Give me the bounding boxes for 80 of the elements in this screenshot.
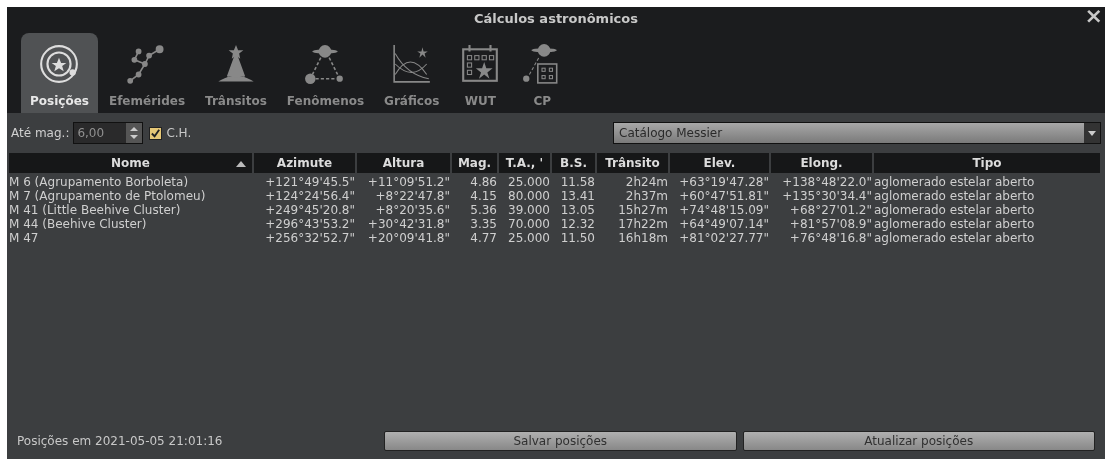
table-cell: +81°02'27.77" [679, 231, 769, 245]
spin-arrows-icon[interactable] [126, 123, 143, 143]
table-cell: M 41 (Little Beehive Cluster) [9, 203, 181, 217]
table-cell: 11.58 [560, 175, 595, 189]
status-text: Posições em 2021-05-05 21:01:16 [17, 433, 224, 450]
table-cell: +135°30'34.4" [782, 189, 872, 203]
tab[interactable]: CP [512, 33, 573, 113]
checkbox-label: C.H. [166, 125, 192, 142]
table-cell: +121°49'45.5" [265, 175, 355, 189]
window-title: Cálculos astronômicos [474, 9, 638, 28]
table-cell: +76°48'16.8" [789, 231, 872, 245]
table-cell: aglomerado estelar aberto [874, 175, 1035, 189]
table-cell: +296°43'53.2" [265, 217, 355, 231]
table-cell: 39.000 [508, 203, 550, 217]
table-cell: aglomerado estelar aberto [874, 231, 1035, 245]
table-cell: +63°19'47.28" [679, 175, 769, 189]
column-header[interactable]: Mag. [452, 153, 497, 173]
table-cell: +124°24'56.4" [265, 189, 355, 203]
graph-icon [390, 43, 433, 85]
tab[interactable]: Trânsitos [196, 33, 276, 113]
table-cell: 16h18m [618, 231, 668, 245]
table-cell: +138°48'22.0" [782, 175, 872, 189]
table-cell: 17h22m [618, 217, 668, 231]
table-cell: aglomerado estelar aberto [874, 217, 1035, 231]
table-cell: +30°42'31.8" [367, 217, 450, 231]
column-header[interactable]: Elev. [670, 153, 769, 173]
action-button[interactable]: Salvar posições [384, 431, 737, 451]
table-cell: aglomerado estelar aberto [874, 189, 1035, 203]
table-cell: +256°32'52.7" [265, 231, 355, 245]
tab[interactable]: Fenômenos [277, 33, 374, 113]
action-button[interactable]: Atualizar posições [742, 431, 1095, 451]
magnitude-label: Até mag.: [11, 125, 70, 142]
table-cell: 13.05 [560, 203, 595, 217]
table-cell: +20°09'41.8" [367, 231, 450, 245]
table-cell: 2h37m [625, 189, 668, 203]
column-header[interactable]: Trânsito [597, 153, 668, 173]
table-cell: 25.000 [508, 175, 550, 189]
table-cell: M 6 (Agrupamento Borboleta) [9, 175, 189, 189]
table-cell: 25.000 [508, 231, 550, 245]
table-cell: 3.35 [470, 217, 497, 231]
table-cell: 15h27m [618, 203, 668, 217]
table-cell: 4.77 [470, 231, 497, 245]
table-cell: 12.32 [560, 217, 595, 231]
table-cell: 5.36 [470, 203, 497, 217]
table-cell: 2h24m [625, 175, 668, 189]
catalog-dropdown[interactable]: Catálogo Messier [613, 122, 1101, 144]
close-button[interactable]: × [1084, 5, 1103, 27]
table-cell: +81°57'08.9" [789, 217, 872, 231]
tab[interactable]: Efemérides [99, 33, 195, 113]
table-cell: +60°47'51.81" [679, 189, 769, 203]
table-cell: M 44 (Beehive Cluster) [9, 217, 147, 231]
tab[interactable]: Gráficos [375, 33, 449, 113]
table-cell: +68°27'01.2" [789, 203, 872, 217]
table-cell: +74°48'15.09" [679, 203, 769, 217]
tab[interactable]: Posições [21, 33, 98, 113]
table-cell: +64°49'07.14" [679, 217, 769, 231]
table-cell: +249°45'20.8" [265, 203, 355, 217]
magnitude-spinbox[interactable]: 6,00 [73, 122, 144, 144]
table-cell: 70.000 [508, 217, 550, 231]
table-cell: 4.86 [470, 175, 497, 189]
column-header[interactable]: Elong. [771, 153, 872, 173]
column-header[interactable]: Azimute [254, 153, 355, 173]
table-cell: M 7 (Agrupamento de Ptolomeu) [9, 189, 206, 203]
table-cell: 4.15 [470, 189, 497, 203]
table-cell: 13.41 [560, 189, 595, 203]
table-cell: 11.50 [560, 231, 595, 245]
column-header[interactable]: B.S. [552, 153, 595, 173]
table-cell: +8°20'35.6" [375, 203, 450, 217]
table-cell: +11°09'51.2" [367, 175, 450, 189]
column-header[interactable]: Altura [357, 153, 450, 173]
table-cell: aglomerado estelar aberto [874, 203, 1035, 217]
table-cell: +8°22'47.8" [375, 189, 450, 203]
column-header[interactable]: Nome [9, 153, 252, 173]
tab[interactable]: WUT [450, 33, 511, 113]
checkbox[interactable] [149, 126, 163, 140]
column-header[interactable]: T.A., ' [499, 153, 550, 173]
orbit-icon [38, 43, 81, 85]
table-cell: 80.000 [508, 189, 550, 203]
table-cell: M 47 [9, 231, 39, 245]
column-header[interactable]: Tipo [874, 153, 1100, 173]
